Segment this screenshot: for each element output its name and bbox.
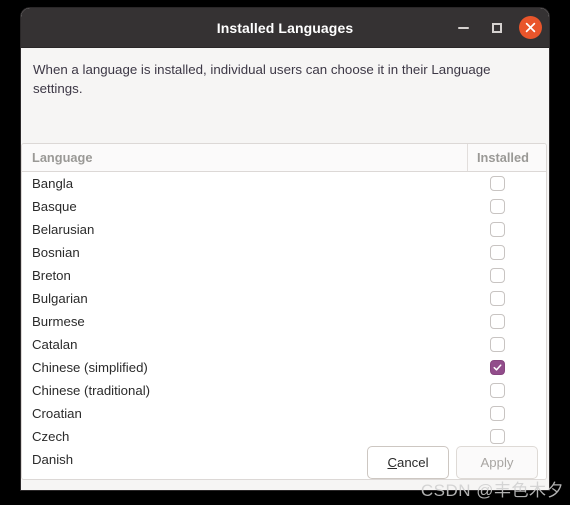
table-row[interactable]: Catalan bbox=[22, 333, 546, 356]
column-header-language[interactable]: Language bbox=[22, 144, 468, 171]
checkbox-unchecked[interactable] bbox=[489, 314, 505, 329]
language-name: Bosnian bbox=[32, 245, 80, 260]
language-name: Bangla bbox=[32, 176, 74, 191]
table-row[interactable]: Croatian bbox=[22, 402, 546, 425]
checkbox-unchecked[interactable] bbox=[489, 337, 505, 352]
installed-cell[interactable] bbox=[468, 245, 546, 260]
checkbox-unchecked[interactable] bbox=[489, 406, 505, 421]
installed-cell[interactable] bbox=[468, 176, 546, 191]
maximize-button[interactable] bbox=[485, 16, 509, 40]
language-list[interactable]: Language Installed Bangla Basque Belarusia… bbox=[21, 143, 547, 480]
checkbox-unchecked[interactable] bbox=[489, 222, 505, 237]
cancel-mnemonic: C bbox=[387, 455, 397, 470]
column-header-installed[interactable]: Installed bbox=[468, 144, 546, 171]
installed-cell[interactable] bbox=[468, 291, 546, 306]
table-row[interactable]: Burmese bbox=[22, 310, 546, 333]
language-name: Catalan bbox=[32, 337, 78, 352]
checkbox-unchecked[interactable] bbox=[489, 176, 505, 191]
table-row[interactable]: Chinese (simplified) bbox=[22, 356, 546, 379]
language-name: Breton bbox=[32, 268, 71, 283]
checkbox-unchecked[interactable] bbox=[489, 383, 505, 398]
installed-cell[interactable] bbox=[468, 383, 546, 398]
table-row[interactable]: Czech bbox=[22, 425, 546, 448]
table-row[interactable]: Breton bbox=[22, 264, 546, 287]
checkbox-checked[interactable] bbox=[489, 360, 505, 375]
language-name: Burmese bbox=[32, 314, 85, 329]
installed-cell[interactable] bbox=[468, 222, 546, 237]
language-name: Croatian bbox=[32, 406, 82, 421]
checkbox-unchecked[interactable] bbox=[489, 245, 505, 260]
window-controls bbox=[451, 8, 542, 47]
dialog-body: When a language is installed, individual… bbox=[21, 48, 549, 490]
language-name: Chinese (simplified) bbox=[32, 360, 148, 375]
table-row[interactable]: Bulgarian bbox=[22, 287, 546, 310]
minimize-button[interactable] bbox=[451, 16, 475, 40]
installed-cell[interactable] bbox=[468, 406, 546, 421]
installed-cell[interactable] bbox=[468, 268, 546, 283]
apply-button[interactable]: Apply bbox=[456, 446, 538, 479]
close-button[interactable] bbox=[519, 16, 542, 39]
language-name: Bulgarian bbox=[32, 291, 88, 306]
language-name: Belarusian bbox=[32, 222, 95, 237]
window-title: Installed Languages bbox=[216, 19, 354, 36]
title-bar[interactable]: Installed Languages bbox=[21, 8, 549, 48]
language-name: Basque bbox=[32, 199, 77, 214]
checkmark-icon bbox=[492, 364, 502, 371]
checkbox-unchecked[interactable] bbox=[489, 268, 505, 283]
checkbox-unchecked[interactable] bbox=[489, 291, 505, 306]
cancel-button[interactable]: Cancel bbox=[367, 446, 449, 479]
apply-label: Apply bbox=[480, 455, 514, 470]
list-header-row: Language Installed bbox=[22, 144, 546, 172]
minimize-icon bbox=[457, 26, 469, 29]
table-row[interactable]: Chinese (traditional) bbox=[22, 379, 546, 402]
checkbox-unchecked[interactable] bbox=[489, 429, 505, 444]
installed-cell[interactable] bbox=[468, 360, 546, 375]
dialog-window: Installed Languages When a language is i… bbox=[21, 8, 549, 490]
language-name: Czech bbox=[32, 429, 70, 444]
installed-cell[interactable] bbox=[468, 337, 546, 352]
installed-cell[interactable] bbox=[468, 429, 546, 444]
maximize-icon bbox=[492, 22, 502, 33]
installed-cell[interactable] bbox=[468, 199, 546, 214]
table-row[interactable]: Bosnian bbox=[22, 241, 546, 264]
language-name: Chinese (traditional) bbox=[32, 383, 151, 398]
dialog-footer: Cancel Apply bbox=[367, 446, 538, 479]
cancel-rest: ancel bbox=[397, 455, 429, 470]
close-icon bbox=[525, 22, 536, 33]
checkbox-unchecked[interactable] bbox=[489, 199, 505, 214]
installed-cell[interactable] bbox=[468, 314, 546, 329]
table-row[interactable]: Basque bbox=[22, 195, 546, 218]
table-row[interactable]: Bangla bbox=[22, 172, 546, 195]
table-row[interactable]: Belarusian bbox=[22, 218, 546, 241]
dialog-description: When a language is installed, individual… bbox=[33, 62, 491, 96]
list-rows: Bangla Basque Belarusian Bosnian Breton Bulga… bbox=[22, 172, 546, 479]
cancel-label: Cancel bbox=[387, 455, 428, 470]
watermark: CSDN @丰色木夕 bbox=[420, 481, 564, 500]
